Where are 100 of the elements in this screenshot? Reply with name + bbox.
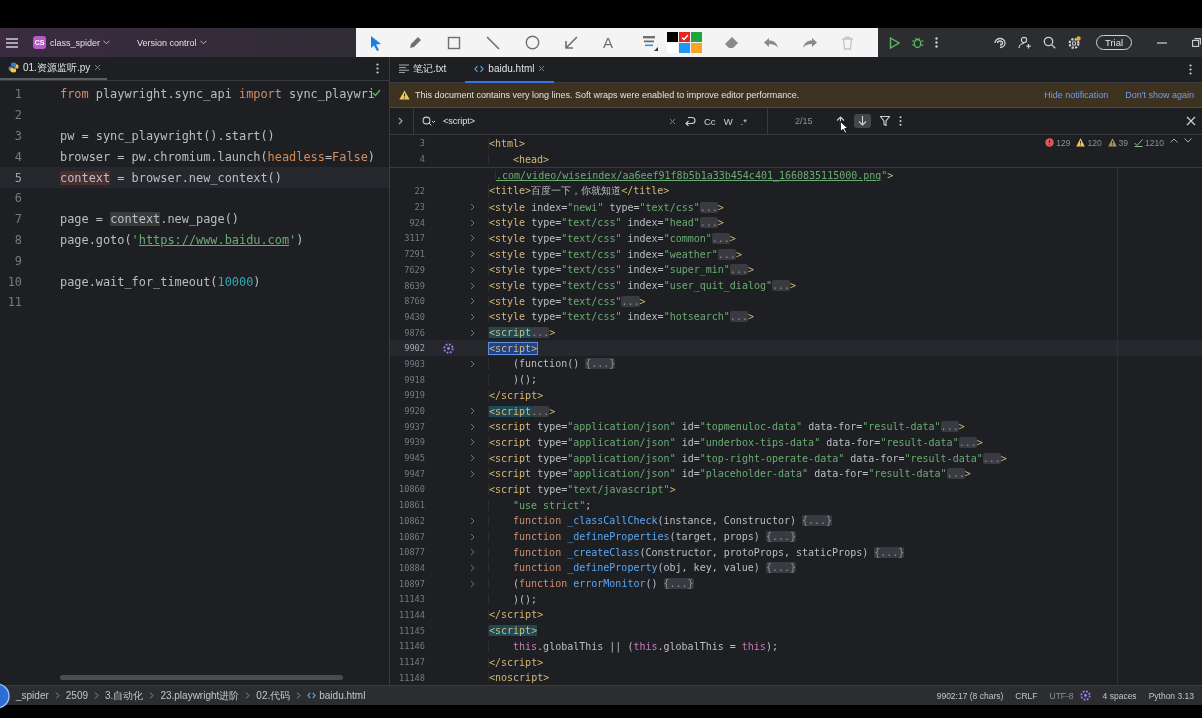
text-tool-button[interactable]: A [602,31,641,54]
color-swatch[interactable] [667,43,678,53]
minimize-icon[interactable] [1157,41,1168,44]
chevron-icon[interactable] [470,312,476,321]
code-line: <noscript> [489,672,550,684]
check-icon[interactable] [372,89,381,97]
version-control-dropdown[interactable]: Version control [137,37,207,48]
interpreter-setting[interactable]: Python 3.13 [1148,690,1194,701]
color-swatch[interactable] [679,43,690,53]
match-count: 2/15 [795,116,813,126]
code-line: <script type="application/json" id="underbox-tips-data" data-for="result-data"...> [489,436,983,448]
breadcrumb[interactable]: 2509 [65,690,89,701]
chevron-icon[interactable] [470,438,476,447]
scrollbar[interactable] [60,675,343,680]
color-swatch[interactable] [691,32,702,42]
chevron-icon[interactable] [470,250,476,259]
code-line: <script type="application/json" id="placeholder-data" data-for="result-data"...> [489,468,971,480]
wrap-icon[interactable] [684,116,696,126]
line-number: 10 [6,274,22,289]
inspection-count[interactable]: 120 [1076,137,1102,148]
text-file-icon [399,64,409,73]
code-line: .com/video/wiseindex/aa6eef91f8b5b1a33b454c401_1660835115000.png"> [496,170,894,182]
gear-icon[interactable] [443,342,454,354]
code-line: function _classCallCheck(instance, Constructor) {...} [513,515,833,527]
line-number: 4 [13,149,22,164]
check-icon [1134,138,1144,147]
chevron-icon[interactable] [470,265,476,274]
code-line: "use strict"; [513,499,592,511]
chevron-icon[interactable] [470,359,476,368]
chevron-down-icon[interactable] [1184,137,1192,143]
swirl-icon[interactable] [993,36,1007,49]
menu-icon[interactable] [6,37,18,48]
notification-link[interactable]: Hide notification [1044,90,1109,100]
breadcrumb[interactable]: 02.代码 [256,688,291,703]
breadcrumb[interactable]: _spider [16,690,49,701]
color-swatch[interactable] [679,32,690,42]
chevron-icon[interactable] [470,328,476,337]
chevron-icon[interactable] [470,203,476,212]
breadcrumb[interactable]: 3.自动化 [105,688,144,703]
code-line: <html> [489,137,526,149]
line-number: 10862 [399,515,425,526]
chevron-icon[interactable] [470,297,476,306]
line-number: 8639 [404,280,425,291]
code-line: </script> [489,656,544,668]
restore-icon[interactable] [1192,38,1202,47]
settings-icon[interactable] [1067,35,1081,50]
line-number: 11143 [399,594,425,605]
line-separator[interactable]: CRLF [1015,690,1038,701]
chevron-icon[interactable] [470,218,476,227]
line-number: 10861 [399,500,425,511]
file-encoding[interactable]: UTF-8 [1049,690,1074,701]
inspection-count[interactable]: 39 [1107,137,1129,148]
filter-icon[interactable] [879,116,890,126]
more-icon[interactable] [1189,64,1192,75]
inspection-count[interactable]: 129 [1045,137,1071,148]
search-icon[interactable] [1043,36,1056,49]
down-arrow-button[interactable] [853,114,871,128]
line-number: 11147 [399,657,425,668]
project-dropdown[interactable]: class_spider [50,37,111,48]
search-option-toggle[interactable]: .* [740,115,747,127]
more-icon[interactable] [898,116,902,126]
editor-tab[interactable]: 01.资源监听.py [0,57,108,80]
chevron-icon [296,692,302,699]
run-icon[interactable] [889,36,900,49]
code-line: </script> [489,609,544,621]
chevron-icon[interactable] [470,548,476,557]
chevron-icon[interactable] [470,454,476,463]
chevron-up-icon[interactable] [1170,137,1178,143]
chevron-icon[interactable] [470,516,476,525]
chevron-icon[interactable] [470,579,476,588]
cursor-position[interactable]: 9902:17 (8 chars) [936,690,1004,701]
notification-link[interactable]: Don't show again [1125,90,1194,100]
editor-tab[interactable]: 笔记.txt [390,56,456,83]
search-field[interactable]: <script> [443,116,661,126]
more-icon[interactable] [935,37,938,48]
chevron-icon[interactable] [470,563,476,572]
chevron-icon[interactable] [398,117,404,125]
code-line: </script> [489,389,544,401]
indent-setting[interactable]: 4 spaces [1102,690,1137,701]
search-option-toggle[interactable]: Cc [704,115,716,127]
chevron-icon[interactable] [470,234,476,243]
line-number: 9945 [404,453,425,464]
inspection-count[interactable]: 1210 [1134,137,1164,148]
chevron-icon[interactable] [470,532,476,541]
chevron-icon[interactable] [470,422,476,431]
color-swatch[interactable] [691,43,702,53]
color-swatch[interactable] [667,32,678,42]
bug-icon[interactable] [911,36,924,49]
chevron-icon[interactable] [470,281,476,290]
more-icon[interactable] [376,63,379,74]
gear-icon[interactable] [1079,690,1091,701]
code-line: <style type="text/css"...> [489,295,646,307]
chevron-icon[interactable] [470,407,476,416]
search-option-toggle[interactable]: W [723,115,733,127]
breadcrumb[interactable]: 23.playwright进阶 [160,688,240,703]
add-user-icon[interactable] [1018,36,1032,49]
breadcrumb[interactable]: baidu.html [307,690,366,701]
search-icon[interactable] [422,116,435,126]
chevron-icon[interactable] [470,469,476,478]
clear-icon[interactable] [669,117,676,125]
